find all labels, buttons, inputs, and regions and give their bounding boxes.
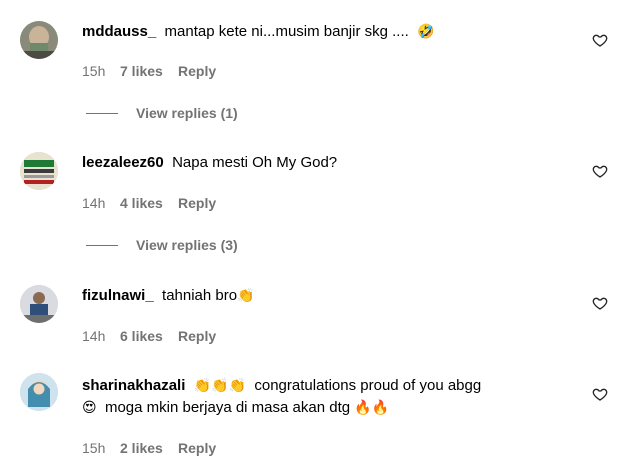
timestamp: 14h: [82, 328, 106, 344]
view-replies-label: View replies (1): [136, 105, 238, 121]
comment-body: sharinakhazali 👏👏👏 congratulations proud…: [82, 375, 562, 419]
view-replies-label: View replies (3): [136, 237, 238, 253]
username[interactable]: fizulnawi_: [82, 287, 154, 304]
heart-icon[interactable]: [592, 386, 608, 402]
view-replies-button[interactable]: View replies (3): [86, 237, 238, 253]
comment-body: leezaleez60 Napa mesti Oh My God?: [82, 152, 562, 174]
heart-icon[interactable]: [592, 163, 608, 179]
comment-meta: 15h 2 likes Reply: [82, 440, 216, 456]
comment-meta: 15h 7 likes Reply: [82, 63, 216, 79]
divider-line: [86, 244, 118, 246]
avatar[interactable]: [20, 21, 58, 59]
fire-emoji: 🔥🔥: [354, 400, 390, 416]
avatar[interactable]: [20, 285, 58, 323]
comment-text: Napa mesti Oh My God?: [172, 154, 338, 171]
clapping-hands-emoji: 👏: [237, 288, 255, 304]
heart-eyes-emoji: 😍: [82, 400, 97, 416]
comment-meta: 14h 4 likes Reply: [82, 195, 216, 211]
comment-text: congratulations proud of you abgg: [254, 377, 482, 394]
reply-button[interactable]: Reply: [178, 328, 216, 344]
username[interactable]: leezaleez60: [82, 154, 164, 171]
laughing-emoji: 🤣: [417, 24, 435, 40]
comment-body: fizulnawi_ tahniah bro👏: [82, 285, 562, 307]
likes-count[interactable]: 6 likes: [120, 328, 178, 344]
clapping-hands-emoji: 👏👏👏: [193, 378, 247, 394]
likes-count[interactable]: 4 likes: [120, 195, 178, 211]
comment-text: tahniah bro: [162, 287, 238, 304]
reply-button[interactable]: Reply: [178, 440, 216, 456]
reply-button[interactable]: Reply: [178, 63, 216, 79]
comment-text-line2: moga mkin berjaya di masa akan dtg: [104, 399, 351, 416]
comment-body: mddauss_ mantap kete ni...musim banjir s…: [82, 21, 562, 43]
comment-meta: 14h 6 likes Reply: [82, 328, 216, 344]
avatar[interactable]: [20, 373, 58, 411]
reply-button[interactable]: Reply: [178, 195, 216, 211]
username[interactable]: mddauss_: [82, 23, 156, 40]
avatar[interactable]: [20, 152, 58, 190]
likes-count[interactable]: 7 likes: [120, 63, 178, 79]
timestamp: 15h: [82, 440, 106, 456]
view-replies-button[interactable]: View replies (1): [86, 105, 238, 121]
comment-text: mantap kete ni...musim banjir skg ....: [164, 23, 409, 40]
timestamp: 15h: [82, 63, 106, 79]
timestamp: 14h: [82, 195, 106, 211]
divider-line: [86, 112, 118, 114]
heart-icon[interactable]: [592, 32, 608, 48]
username[interactable]: sharinakhazali: [82, 377, 185, 394]
likes-count[interactable]: 2 likes: [120, 440, 178, 456]
heart-icon[interactable]: [592, 295, 608, 311]
